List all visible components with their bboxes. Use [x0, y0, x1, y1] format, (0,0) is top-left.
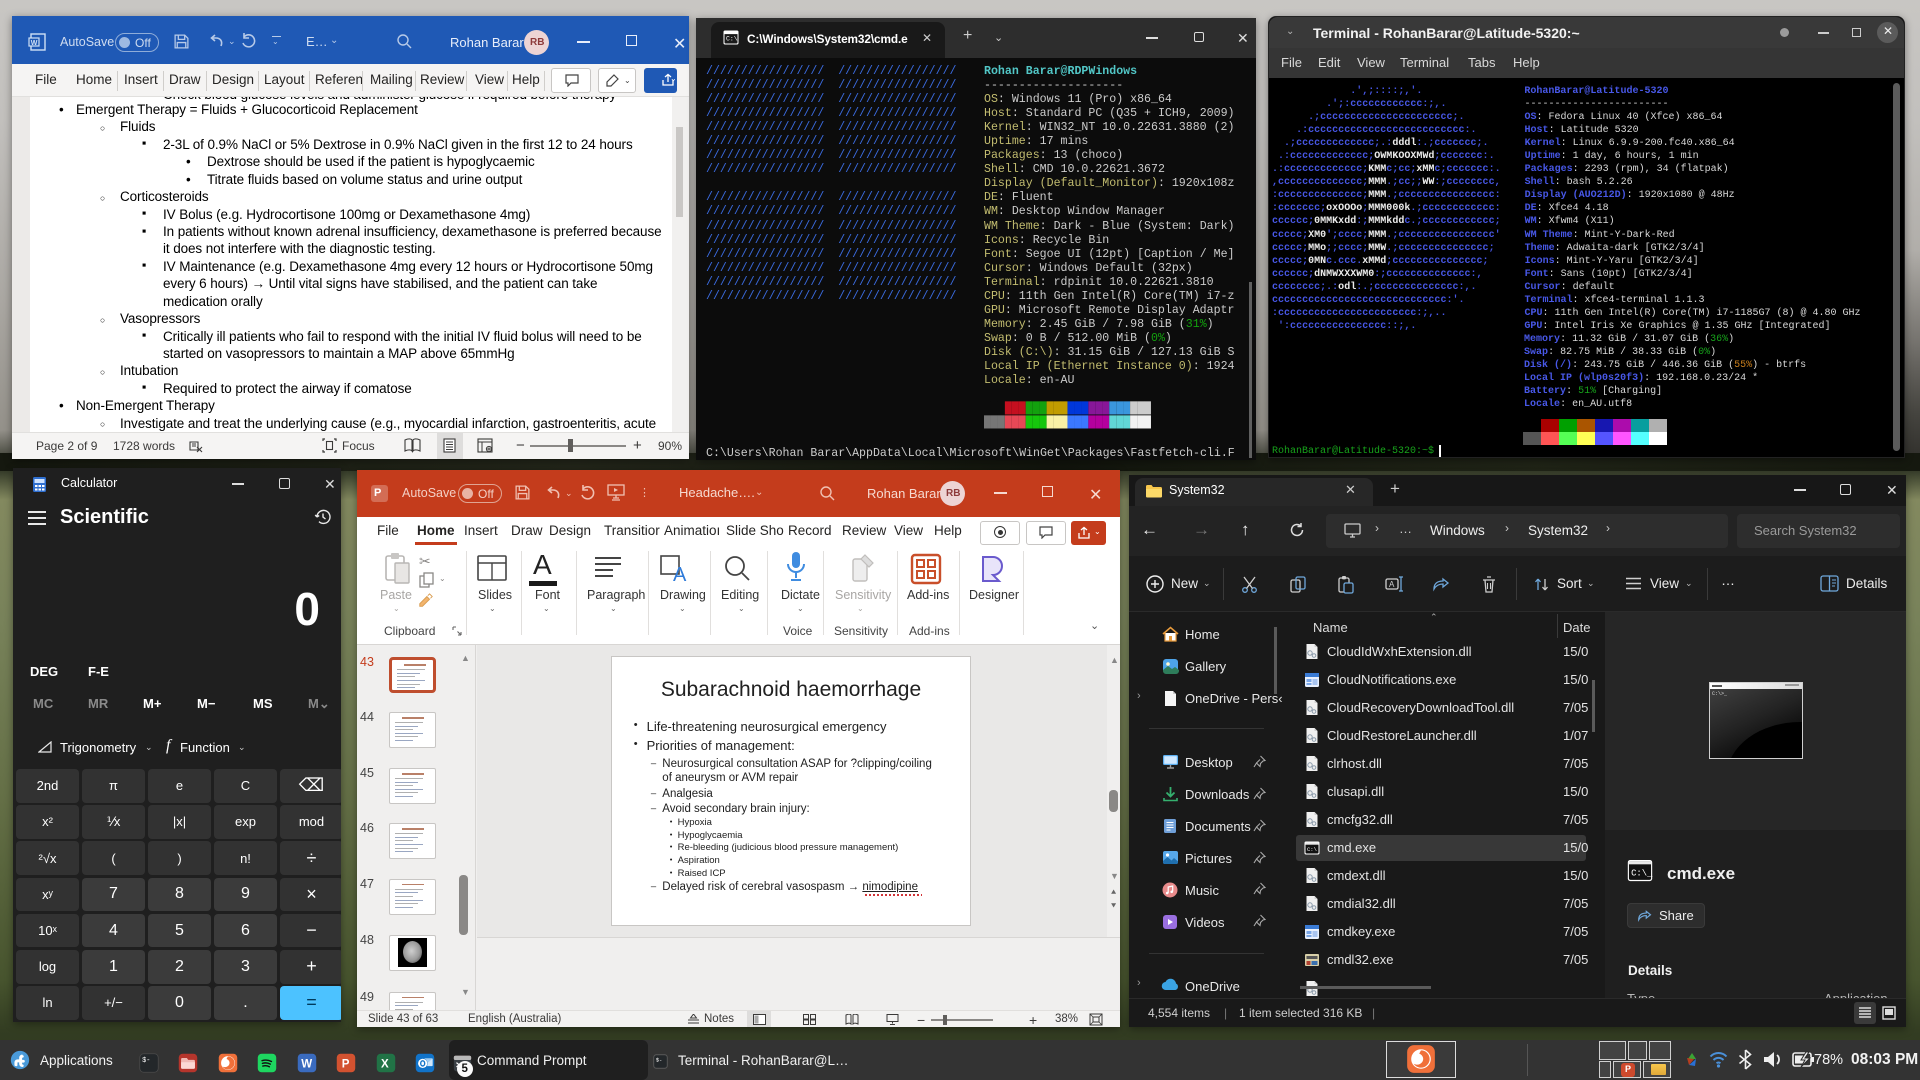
svg-text:$-: $- [142, 1057, 150, 1065]
svg-text:C:\: C:\ [1307, 846, 1317, 853]
svg-text:$-: $- [656, 1057, 663, 1064]
svg-text:A: A [1389, 580, 1395, 589]
svg-text:X: X [381, 1059, 389, 1071]
svg-text:A: A [673, 564, 687, 583]
svg-text:C:\_: C:\_ [1631, 868, 1653, 878]
svg-text:W: W [301, 1059, 312, 1071]
svg-text:P: P [342, 1059, 350, 1071]
svg-text:W: W [31, 40, 38, 47]
svg-text:C:\: C:\ [726, 36, 738, 43]
